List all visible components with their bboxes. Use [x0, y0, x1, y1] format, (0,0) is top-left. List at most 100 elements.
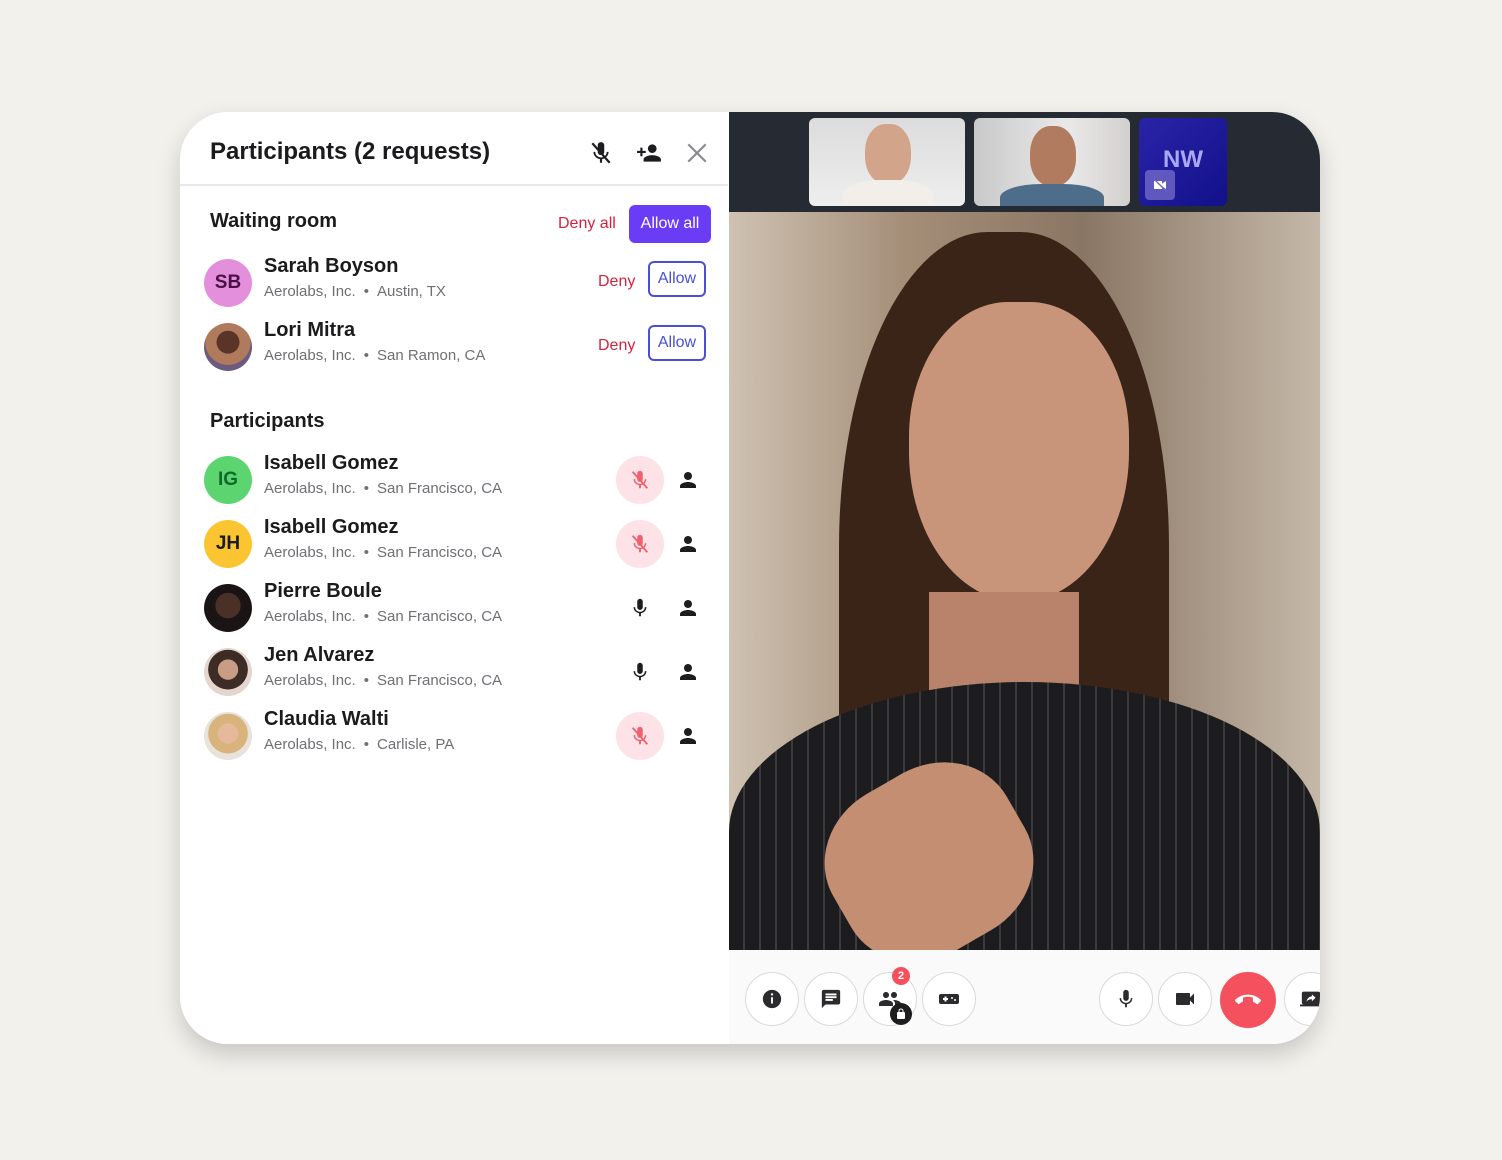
location: San Ramon, CA	[376, 347, 486, 364]
separator: •	[363, 283, 369, 300]
person-icon[interactable]	[676, 724, 700, 748]
video-stage: NW 2	[729, 112, 1320, 1044]
participant-meta: Aerolabs, Inc. • San Francisco, CA	[264, 608, 502, 625]
allow-button[interactable]: Allow	[648, 325, 706, 361]
participant-thumbnail[interactable]	[974, 118, 1130, 206]
avatar: JH	[204, 520, 252, 568]
mic-off-icon	[631, 726, 649, 745]
share-screen-button[interactable]	[1284, 972, 1320, 1026]
allow-button[interactable]: Allow	[648, 261, 706, 297]
games-icon	[939, 994, 959, 1004]
separator: •	[363, 608, 369, 625]
thumbnail-strip: NW	[729, 112, 1320, 212]
active-speaker-video	[729, 212, 1320, 950]
location: San Francisco, CA	[376, 608, 503, 625]
lock-badge	[890, 1003, 912, 1025]
company: Aerolabs, Inc.	[264, 672, 356, 689]
person-icon[interactable]	[676, 596, 700, 620]
waiting-request-row: SB Sarah Boyson Aerolabs, Inc. • Austin, T…	[204, 255, 714, 311]
participant-thumbnail[interactable]: NW	[1139, 118, 1227, 206]
close-icon[interactable]	[684, 140, 710, 166]
unmute-button[interactable]	[616, 712, 664, 760]
face-shape	[1030, 126, 1076, 186]
share-screen-icon	[1300, 991, 1320, 1007]
mic-icon	[633, 662, 647, 681]
mute-all-icon[interactable]	[588, 140, 614, 166]
company: Aerolabs, Inc.	[264, 347, 356, 364]
company: Aerolabs, Inc.	[264, 480, 356, 497]
mic-button[interactable]	[1099, 972, 1153, 1026]
company: Aerolabs, Inc.	[264, 608, 356, 625]
mic-off-icon	[631, 534, 649, 553]
camera-button[interactable]	[1158, 972, 1212, 1026]
participants-button[interactable]: 2	[863, 967, 917, 1026]
panel-title: Participants (2 requests)	[210, 138, 491, 165]
participant-meta: Aerolabs, Inc. • Carlisle, PA	[264, 736, 454, 753]
unmute-button[interactable]	[616, 456, 664, 504]
allow-all-button[interactable]: Allow all	[629, 205, 711, 243]
panel-header: Participants (2 requests)	[180, 112, 728, 186]
chat-button[interactable]	[804, 972, 858, 1026]
person-icon[interactable]	[676, 660, 700, 684]
video-call-window: Participants (2 requests) Waiting room D…	[180, 112, 1320, 1044]
waiting-request-row: Lori Mitra Aerolabs, Inc. • San Ramon, CA …	[204, 319, 714, 375]
lock-icon	[897, 1008, 905, 1019]
deny-button[interactable]: Deny	[598, 337, 635, 355]
separator: •	[363, 672, 369, 689]
info-icon	[762, 989, 782, 1009]
avatar: SB	[204, 259, 252, 307]
participant-name: Pierre Boule	[264, 580, 382, 602]
waiting-room-title: Waiting room	[210, 210, 338, 232]
company: Aerolabs, Inc.	[264, 283, 356, 300]
mic-off-icon	[631, 470, 649, 489]
location: San Francisco, CA	[376, 480, 503, 497]
participant-meta: Aerolabs, Inc. • San Francisco, CA	[264, 672, 502, 689]
face-shape	[909, 302, 1129, 602]
face-shape	[865, 124, 911, 184]
person-icon[interactable]	[676, 468, 700, 492]
camera-off-icon	[1153, 178, 1167, 192]
location: San Francisco, CA	[376, 544, 503, 561]
camera-off-badge	[1145, 170, 1175, 200]
avatar	[204, 648, 252, 696]
participant-row: Jen Alvarez Aerolabs, Inc. • San Francisco…	[204, 644, 714, 700]
participant-name: Isabell Gomez	[264, 452, 399, 474]
avatar: IG	[204, 456, 252, 504]
participant-row: IG Isabell Gomez Aerolabs, Inc. • San Fran…	[204, 452, 714, 508]
participant-meta: Aerolabs, Inc. • San Francisco, CA	[264, 544, 502, 561]
participant-name: Claudia Walti	[264, 708, 389, 730]
separator: •	[363, 736, 369, 753]
request-name: Lori Mitra	[264, 319, 356, 341]
end-call-icon	[1235, 994, 1261, 1005]
participant-meta: Aerolabs, Inc. • San Francisco, CA	[264, 480, 502, 497]
deny-button[interactable]: Deny	[598, 273, 635, 291]
location: Carlisle, PA	[376, 736, 455, 753]
participant-name: Isabell Gomez	[264, 516, 399, 538]
chat-icon	[821, 989, 841, 1009]
person-icon[interactable]	[676, 532, 700, 556]
end-call-button[interactable]	[1220, 972, 1276, 1028]
separator: •	[363, 480, 369, 497]
separator: •	[363, 347, 369, 364]
notification-badge: 2	[892, 967, 910, 985]
mic-icon	[633, 598, 647, 617]
games-button[interactable]	[922, 972, 976, 1026]
request-meta: Aerolabs, Inc. • San Ramon, CA	[264, 347, 485, 364]
avatar	[204, 323, 252, 371]
unmute-button[interactable]	[616, 520, 664, 568]
info-button[interactable]	[745, 972, 799, 1026]
participants-title: Participants	[210, 410, 325, 432]
request-meta: Aerolabs, Inc. • Austin, TX	[264, 283, 446, 300]
location: San Francisco, CA	[376, 672, 503, 689]
participant-row: JH Isabell Gomez Aerolabs, Inc. • San Fran…	[204, 516, 714, 572]
deny-all-button[interactable]: Deny all	[558, 215, 616, 233]
add-person-icon[interactable]	[636, 140, 662, 166]
shirt-shape	[843, 180, 933, 206]
request-name: Sarah Boyson	[264, 255, 399, 277]
mic-icon	[1119, 989, 1133, 1008]
participant-thumbnail[interactable]	[809, 118, 965, 206]
mute-button[interactable]	[616, 648, 664, 696]
participant-name: Jen Alvarez	[264, 644, 375, 666]
mute-button[interactable]	[616, 584, 664, 632]
shirt-shape	[1000, 184, 1104, 206]
